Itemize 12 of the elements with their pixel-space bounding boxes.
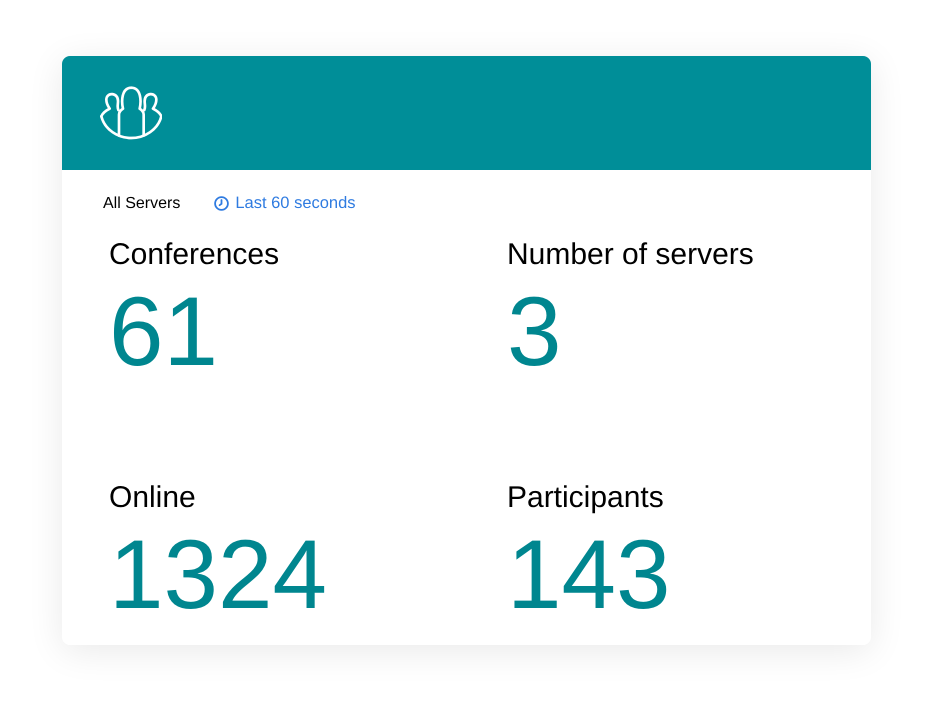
stat-value: 61 <box>109 282 218 380</box>
stat-label: Number of servers <box>507 240 754 270</box>
server-scope-label: All Servers <box>103 196 180 212</box>
stat-value: 3 <box>507 282 562 380</box>
stat-label: Online <box>109 483 196 513</box>
stat-label: Conferences <box>109 240 280 270</box>
stat-value: 143 <box>507 525 671 623</box>
stat-label: Participants <box>507 483 664 513</box>
stat-value: 1324 <box>109 525 328 623</box>
clock-icon <box>214 196 230 211</box>
group-icon <box>100 86 162 140</box>
time-range-link[interactable]: Last 60 seconds <box>214 195 356 212</box>
